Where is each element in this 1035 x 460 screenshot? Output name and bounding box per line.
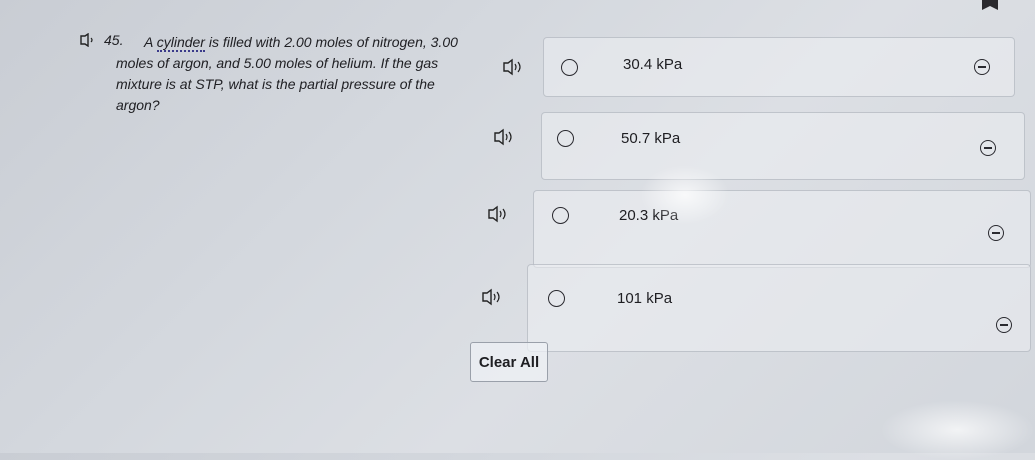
answer-2-eliminate-icon[interactable] <box>980 140 996 156</box>
bookmark-flag-icon[interactable] <box>982 0 998 10</box>
answer-2-label: 50.7 kPa <box>621 130 681 147</box>
answer-2-speaker-icon[interactable] <box>492 128 516 146</box>
answer-choice-4[interactable] <box>527 264 1031 352</box>
answer-3-speaker-icon[interactable] <box>486 205 510 223</box>
answer-3-eliminate-icon[interactable] <box>988 225 1004 241</box>
answer-4-eliminate-icon[interactable] <box>996 317 1012 333</box>
answer-4-radio[interactable] <box>548 290 565 307</box>
screen-glare <box>880 400 1035 460</box>
answer-choice-2[interactable] <box>541 112 1025 180</box>
answer-4-speaker-icon[interactable] <box>480 288 504 306</box>
answer-3-label: 20.3 kPa <box>619 207 679 224</box>
answer-1-label: 30.4 kPa <box>623 56 683 73</box>
answer-1-speaker-icon[interactable] <box>501 58 525 76</box>
answer-choice-3[interactable] <box>533 190 1031 268</box>
question-text: A cylinder is filled with 2.00 moles of … <box>116 34 458 113</box>
question-speaker-icon[interactable] <box>78 32 100 53</box>
answer-1-radio[interactable] <box>561 59 578 76</box>
answer-choice-1[interactable] <box>543 37 1015 97</box>
answer-3-radio[interactable] <box>552 207 569 224</box>
question-block: 45. A cylinder is filled with 2.00 moles… <box>78 30 458 116</box>
glossary-term[interactable]: cylinder <box>156 34 205 52</box>
question-number: 45. <box>104 32 124 48</box>
answer-4-label: 101 kPa <box>617 290 673 307</box>
clear-all-button[interactable]: Clear All <box>470 342 548 382</box>
answer-2-radio[interactable] <box>557 130 574 147</box>
answer-1-eliminate-icon[interactable] <box>974 59 990 75</box>
